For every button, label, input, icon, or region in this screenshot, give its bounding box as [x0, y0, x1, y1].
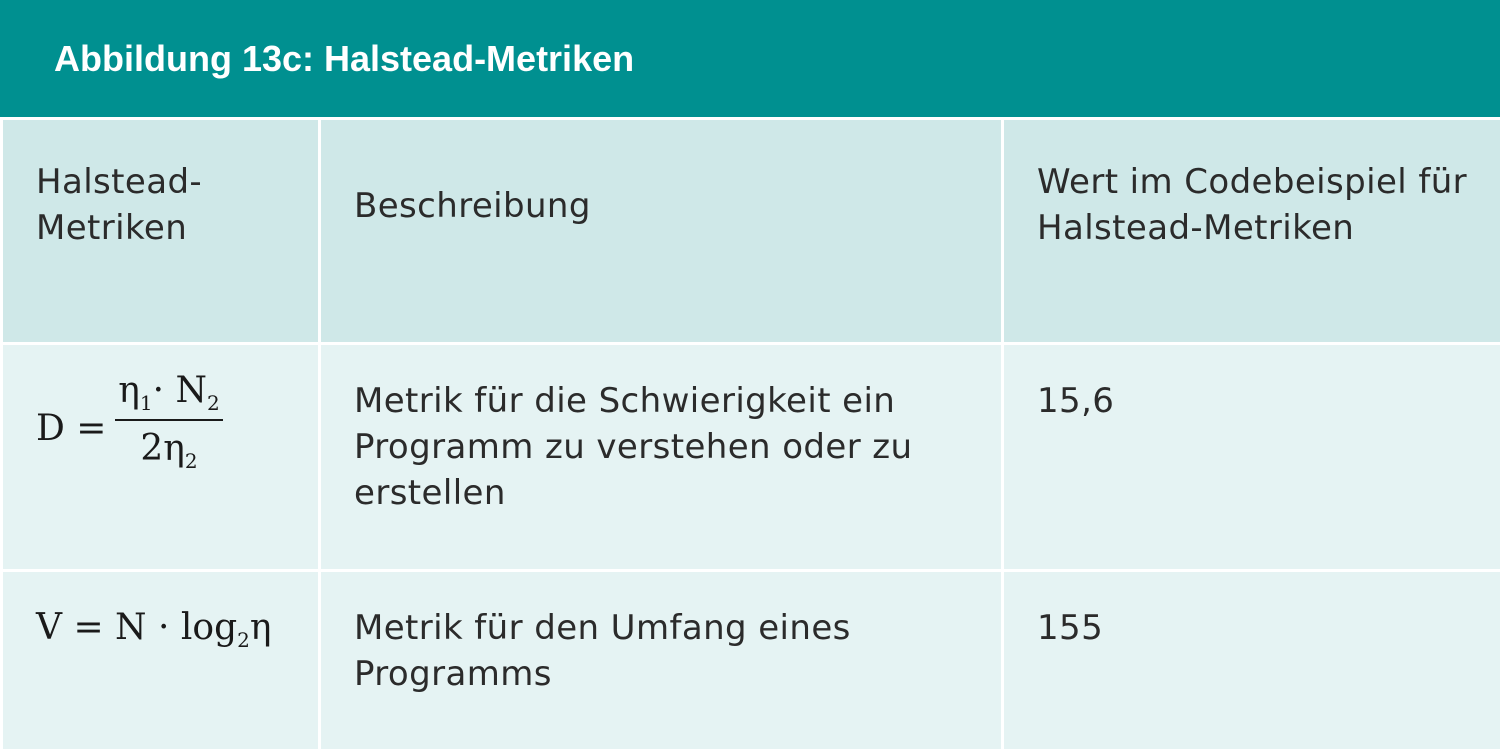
formula-difficulty: D = η1· N2 2η2: [3, 345, 318, 535]
table-row: V = N · log2η Metrik für den Umfang eine…: [2, 571, 1500, 751]
formula-volume: V = N · log2η: [3, 572, 318, 651]
formula-lhs: D =: [36, 406, 106, 452]
header-value: Wert im Codebeispiel für Halstead-Metrik…: [1003, 119, 1500, 344]
formula-denominator: 2η2: [115, 429, 223, 469]
formula-fraction: η1· N2 2η2: [115, 369, 223, 469]
halstead-table: Halstead-Metriken Beschreibung Wert im C…: [0, 117, 1500, 752]
figure-title: Abbildung 13c: Halstead-Metriken: [54, 36, 634, 82]
table-header-row: Halstead-Metriken Beschreibung Wert im C…: [2, 119, 1500, 344]
description-cell: Metrik für den Umfang eines Programms: [320, 571, 1003, 751]
table-row: D = η1· N2 2η2 Metrik für die Schwierigk…: [2, 344, 1500, 571]
fraction-bar: [115, 419, 223, 421]
value-cell: 155: [1003, 571, 1500, 751]
page: Abbildung 13c: Halstead-Metriken Halstea…: [0, 0, 1500, 626]
formula-cell: D = η1· N2 2η2: [2, 344, 320, 571]
formula-numerator: η1· N2: [115, 369, 223, 413]
header-description: Beschreibung: [320, 119, 1003, 344]
title-bar: Abbildung 13c: Halstead-Metriken: [0, 0, 1500, 117]
formula-cell: V = N · log2η: [2, 571, 320, 751]
description-cell: Metrik für die Schwierigkeit ein Program…: [320, 344, 1003, 571]
header-metric: Halstead-Metriken: [2, 119, 320, 344]
value-cell: 15,6: [1003, 344, 1500, 571]
